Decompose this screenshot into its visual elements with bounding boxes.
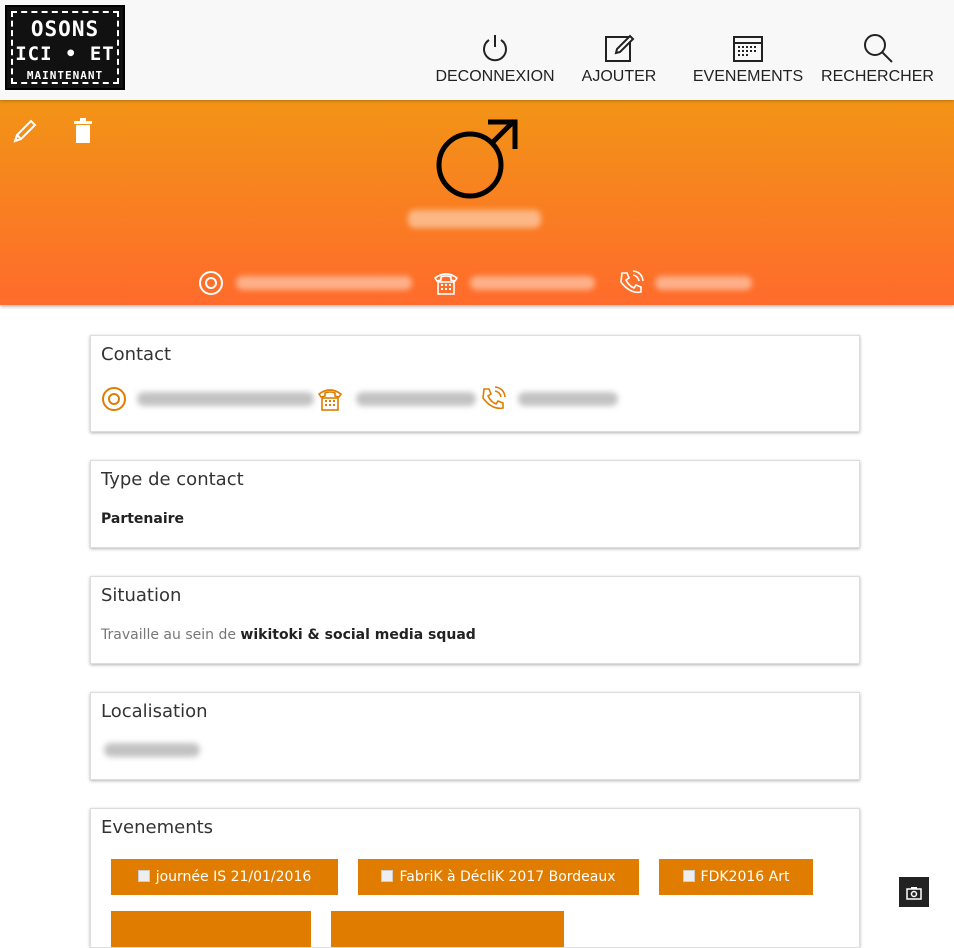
logo-line-3: MAINTENANT bbox=[26, 69, 104, 82]
phone-call-icon bbox=[620, 270, 644, 294]
nav-label: RECHERCHER bbox=[821, 68, 934, 85]
nav-label: DECONNEXION bbox=[435, 68, 555, 85]
nav-evenements[interactable]: EVENEMENTS bbox=[692, 32, 804, 86]
calendar-icon bbox=[733, 36, 763, 62]
logo-line-1: OSONS bbox=[30, 17, 100, 41]
logo-line-2: ICI • ET bbox=[15, 43, 115, 65]
at-sign-icon bbox=[199, 271, 223, 295]
card-title: Type de contact bbox=[101, 469, 244, 490]
screenshot-button[interactable] bbox=[899, 877, 929, 907]
male-symbol-icon bbox=[436, 119, 518, 199]
card-title: Evenements bbox=[101, 817, 214, 838]
event-tag[interactable]: FabriK à DécliK 2017 Bordeaux bbox=[358, 859, 639, 895]
telephone-icon bbox=[317, 389, 343, 411]
camera-icon bbox=[906, 886, 922, 900]
card-title: Localisation bbox=[101, 701, 208, 722]
contact-name-redacted bbox=[408, 210, 541, 228]
phone-call-icon bbox=[482, 386, 506, 410]
event-tag[interactable]: journée IS 21/01/2016 bbox=[111, 859, 338, 895]
email-redacted bbox=[236, 276, 412, 290]
event-tag-label: FDK2016 Art bbox=[700, 869, 790, 885]
checkbox-icon bbox=[137, 870, 150, 882]
phone-redacted bbox=[470, 276, 595, 290]
mobile-redacted bbox=[655, 276, 752, 290]
nav-label: AJOUTER bbox=[581, 68, 657, 85]
edit-icon bbox=[605, 34, 635, 62]
trash-icon[interactable] bbox=[73, 118, 93, 144]
situation-card: Situation Travaille au sein de wikitoki … bbox=[90, 576, 860, 664]
contact-type-value: Partenaire bbox=[101, 511, 185, 527]
profile-header bbox=[0, 100, 954, 305]
location-redacted bbox=[104, 743, 200, 757]
event-tag-label: FabriK à DécliK 2017 Bordeaux bbox=[399, 869, 616, 885]
event-tag-cropped[interactable] bbox=[111, 911, 311, 947]
pencil-icon[interactable] bbox=[12, 118, 38, 144]
card-title: Situation bbox=[101, 585, 182, 606]
contact-card: Contact bbox=[90, 335, 860, 432]
top-navbar: OSONS ICI • ET MAINTENANT DECONNEXION AJ… bbox=[0, 0, 954, 100]
at-sign-icon bbox=[102, 387, 126, 411]
nav-rechercher[interactable]: RECHERCHER bbox=[820, 32, 935, 86]
event-tag-label: journée IS 21/01/2016 bbox=[155, 869, 312, 885]
checkbox-icon bbox=[682, 870, 695, 882]
localisation-card: Localisation bbox=[90, 692, 860, 780]
phone-redacted bbox=[356, 392, 476, 406]
checkbox-icon bbox=[381, 870, 394, 882]
logo[interactable]: OSONS ICI • ET MAINTENANT bbox=[5, 5, 125, 90]
search-icon bbox=[863, 34, 893, 63]
situation-prefix: Travaille au sein de bbox=[101, 627, 236, 643]
evenements-card: Evenements journée IS 21/01/2016 FabriK … bbox=[90, 808, 860, 948]
telephone-icon bbox=[433, 273, 459, 295]
nav-ajouter[interactable]: AJOUTER bbox=[579, 32, 659, 86]
email-redacted bbox=[137, 392, 314, 406]
card-title: Contact bbox=[101, 344, 172, 365]
mobile-redacted bbox=[518, 392, 618, 406]
nav-label: EVENEMENTS bbox=[692, 68, 804, 85]
power-icon bbox=[483, 35, 507, 62]
contact-type-card: Type de contact Partenaire bbox=[90, 460, 860, 548]
event-tag[interactable]: FDK2016 Art bbox=[659, 859, 813, 895]
event-tag-cropped[interactable] bbox=[331, 911, 564, 947]
situation-text: Travaille au sein de wikitoki & social m… bbox=[101, 627, 476, 643]
situation-company: wikitoki & social media squad bbox=[240, 627, 476, 643]
nav-deconnexion[interactable]: DECONNEXION bbox=[435, 32, 555, 86]
